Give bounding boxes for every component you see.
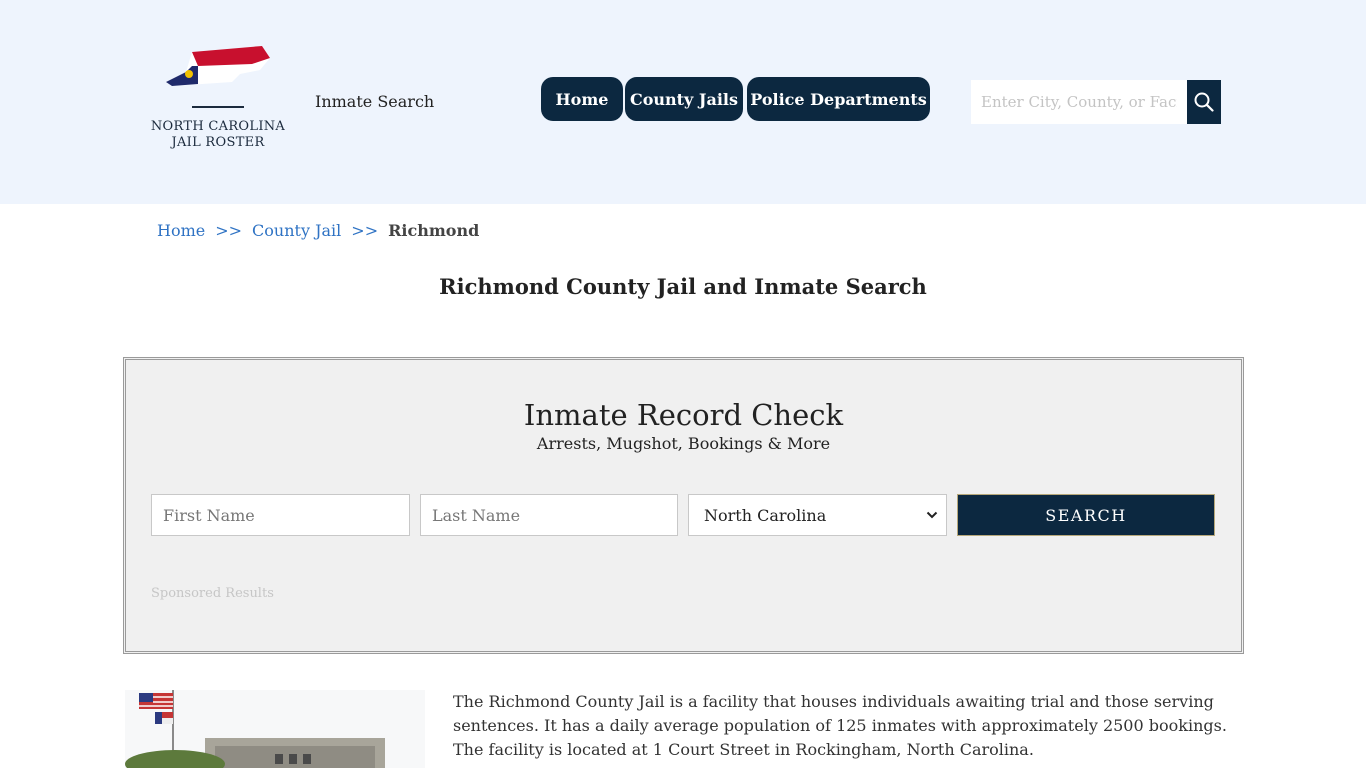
jail-photo <box>125 690 425 768</box>
state-select-value: North Carolina <box>704 505 827 525</box>
nc-state-flag-icon <box>166 46 270 86</box>
first-name-input[interactable] <box>151 494 410 536</box>
logo-divider <box>192 106 244 108</box>
nav-police-departments-button[interactable]: Police Departments <box>747 77 930 121</box>
state-select[interactable]: North Carolina <box>688 494 947 536</box>
site-header: NORTH CAROLINA JAIL ROSTER Inmate Search… <box>0 0 1366 204</box>
nav-county-jails-button[interactable]: County Jails <box>625 77 743 121</box>
jail-description: The Richmond County Jail is a facility t… <box>453 692 1227 759</box>
breadcrumb: Home >> County Jail >> Richmond <box>157 221 479 240</box>
record-check-subtitle: Arrests, Mugshot, Bookings & More <box>536 434 831 453</box>
record-search-button[interactable]: SEARCH <box>957 494 1215 536</box>
breadcrumb-separator: >> <box>351 221 379 240</box>
last-name-input[interactable] <box>420 494 678 536</box>
search-icon <box>1194 92 1214 112</box>
site-search <box>971 80 1221 124</box>
chevron-down-icon <box>926 511 938 519</box>
breadcrumb-home-link[interactable]: Home <box>157 221 205 240</box>
logo-title: NORTH CAROLINA <box>150 119 286 134</box>
page-title: Richmond County Jail and Inmate Search <box>439 274 927 299</box>
breadcrumb-current: Richmond <box>388 221 480 240</box>
inmate-record-check-panel: Inmate Record Check Arrests, Mugshot, Bo… <box>123 357 1244 654</box>
breadcrumb-separator: >> <box>215 221 243 240</box>
nav-home-button[interactable]: Home <box>541 77 623 121</box>
record-check-title: Inmate Record Check <box>523 398 844 432</box>
breadcrumb-county-jail-link[interactable]: County Jail <box>252 221 341 240</box>
site-search-input[interactable] <box>971 80 1187 124</box>
site-search-button[interactable] <box>1187 80 1221 124</box>
jail-building-image <box>125 690 425 768</box>
inmate-search-link[interactable]: Inmate Search <box>315 92 434 111</box>
logo-subtitle: JAIL ROSTER <box>171 135 265 150</box>
sponsored-results-label: Sponsored Results <box>151 586 274 601</box>
site-logo[interactable]: NORTH CAROLINA JAIL ROSTER <box>140 44 296 156</box>
